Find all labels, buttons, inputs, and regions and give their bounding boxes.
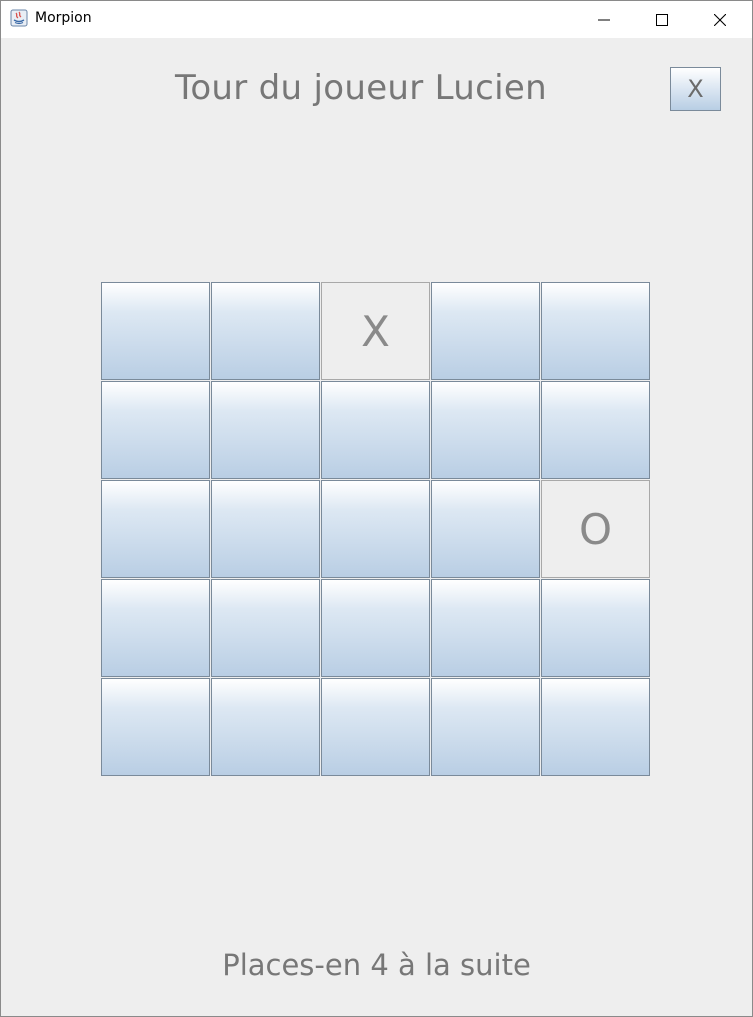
board-cell-1-2[interactable] [321, 381, 430, 479]
board-cell-3-1[interactable] [211, 579, 320, 677]
maximize-button[interactable] [633, 1, 691, 38]
app-window: Morpion Tour du joueur Lucien X XO Place… [0, 0, 753, 1017]
close-icon [714, 13, 726, 26]
board-cell-2-0[interactable] [101, 480, 210, 578]
board-cell-1-3[interactable] [431, 381, 540, 479]
java-icon [10, 9, 28, 27]
board-cell-2-4[interactable]: O [541, 480, 650, 578]
board-cell-0-4[interactable] [541, 282, 650, 380]
board-cell-4-1[interactable] [211, 678, 320, 776]
close-button[interactable] [691, 1, 749, 38]
board-cell-0-3[interactable] [431, 282, 540, 380]
board-cell-2-3[interactable] [431, 480, 540, 578]
turn-label: Tour du joueur Lucien [175, 68, 547, 108]
quit-button[interactable]: X [670, 67, 721, 111]
board-cell-4-0[interactable] [101, 678, 210, 776]
board-cell-1-1[interactable] [211, 381, 320, 479]
minimize-button[interactable] [575, 1, 633, 38]
game-board: XO [101, 282, 651, 776]
board-cell-3-2[interactable] [321, 579, 430, 677]
board-cell-0-1[interactable] [211, 282, 320, 380]
hint-label: Places-en 4 à la suite [222, 948, 531, 982]
title-bar[interactable]: Morpion [1, 1, 752, 38]
board-cell-2-2[interactable] [321, 480, 430, 578]
window-title: Morpion [35, 10, 92, 26]
board-cell-3-4[interactable] [541, 579, 650, 677]
board-cell-0-2[interactable]: X [321, 282, 430, 380]
board-cell-4-3[interactable] [431, 678, 540, 776]
board-cell-3-0[interactable] [101, 579, 210, 677]
board-cell-1-4[interactable] [541, 381, 650, 479]
maximize-icon [656, 13, 668, 26]
board-cell-4-4[interactable] [541, 678, 650, 776]
minimize-icon [598, 19, 610, 20]
board-cell-4-2[interactable] [321, 678, 430, 776]
board-cell-1-0[interactable] [101, 381, 210, 479]
board-cell-3-3[interactable] [431, 579, 540, 677]
board-cell-2-1[interactable] [211, 480, 320, 578]
board-cell-0-0[interactable] [101, 282, 210, 380]
game-panel: Tour du joueur Lucien X XO Places-en 4 à… [1, 38, 752, 1016]
